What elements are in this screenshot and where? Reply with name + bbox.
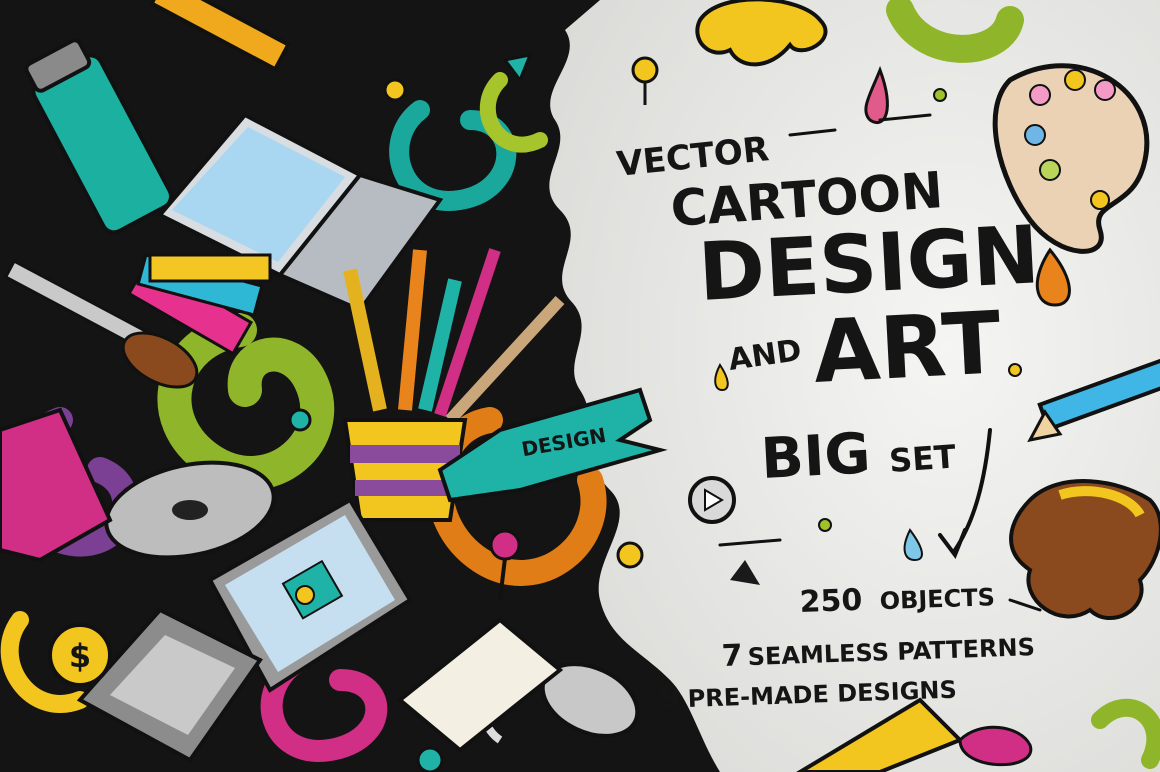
poster-canvas: DESIGN $ VECTOR CARTOON DESIGN AND ART B… [0,0,1160,772]
play-button-icon [688,476,736,524]
feature-text: OBJECTS [879,583,995,615]
coin-icon: $ [48,623,112,687]
feature-count: 250 [799,583,863,620]
coin-symbol: $ [69,637,91,675]
brown-paint-splat [1009,479,1160,621]
flower-icon [295,585,315,605]
poster-artwork: DESIGN $ VECTOR CARTOON DESIGN AND ART B… [0,0,1160,772]
feature-count: 9 [659,680,681,716]
title-art: ART [811,293,1004,403]
feature-count: 7 [721,638,743,674]
title-set: SET [888,437,957,480]
title-big: BIG [759,421,872,492]
